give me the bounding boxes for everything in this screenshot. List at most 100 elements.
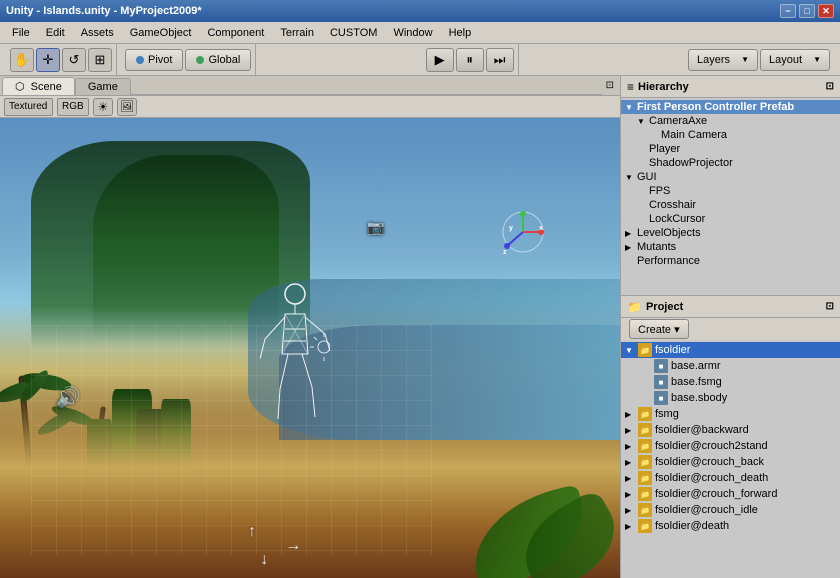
hierarchy-item-gui[interactable]: ▼ GUI [621, 170, 840, 184]
transform-arrows: ↑ [248, 523, 256, 541]
create-button[interactable]: Create ▾ [629, 319, 689, 339]
project-item-fsoldier-backward[interactable]: ▶ 📁 fsoldier@backward [621, 422, 840, 438]
pivot-dot [136, 56, 144, 64]
menu-file[interactable]: File [4, 25, 38, 41]
hierarchy-title: Hierarchy [638, 81, 689, 93]
playback-group: ▶ ⏸ ⏭ [422, 44, 519, 75]
expand-icon: ▶ [625, 506, 635, 515]
transform-group: Pivot Global [121, 44, 256, 75]
menu-gameobject[interactable]: GameObject [122, 25, 200, 41]
project-item-base-fsmg[interactable]: ■ base.fsmg [621, 374, 840, 390]
global-button[interactable]: Global [185, 49, 251, 71]
character-svg [260, 279, 330, 429]
expand-icon: ▶ [625, 426, 635, 435]
hierarchy-item-player[interactable]: Player [621, 142, 840, 156]
menu-help[interactable]: Help [441, 25, 480, 41]
tab-scene[interactable]: ⬡ Scene [2, 77, 75, 95]
main-content: ⬡ Scene Game ⊡ Textured RGB ☀ 🖼 [0, 76, 840, 578]
transform-arrows-right: → [285, 537, 301, 555]
file-icon: ■ [654, 375, 668, 389]
menu-window[interactable]: Window [385, 25, 440, 41]
pivot-button[interactable]: Pivot [125, 49, 183, 71]
hierarchy-header: ≡ Hierarchy ⊡ [621, 76, 840, 98]
expand-icon: ▼ [637, 117, 647, 126]
hierarchy-item-fps[interactable]: FPS [621, 184, 840, 198]
expand-icon: ▼ [625, 346, 635, 355]
hierarchy-maximize-icon[interactable]: ⊡ [826, 81, 834, 92]
hierarchy-item-cameraaxe[interactable]: ▼ CameraAxe [621, 114, 840, 128]
project-item-fsoldier-death[interactable]: ▶ 📁 fsoldier@death [621, 518, 840, 534]
layout-dropdown[interactable]: Layout ▼ [760, 49, 830, 71]
spacer-group [260, 44, 417, 75]
main-toolbar: ✋ ✛ ↺ ⊞ Pivot Global ▶ ⏸ ⏭ Layers ▼ Layo… [0, 44, 840, 76]
layers-dropdown[interactable]: Layers ▼ [688, 49, 758, 71]
spacer-group-2 [523, 44, 680, 75]
project-item-fsoldier-crouch-back[interactable]: ▶ 📁 fsoldier@crouch_back [621, 454, 840, 470]
folder-icon: 📁 [638, 471, 652, 485]
channel-select[interactable]: RGB [57, 98, 89, 116]
scene-viewport[interactable]: 🔊 📷 y x z [0, 118, 620, 578]
close-button[interactable]: ✕ [818, 4, 834, 18]
hierarchy-item-shadowprojector[interactable]: ShadowProjector [621, 156, 840, 170]
global-label: Global [208, 54, 240, 66]
project-item-fsoldier-crouch-forward[interactable]: ▶ 📁 fsoldier@crouch_forward [621, 486, 840, 502]
lighting-button[interactable]: ☀ [93, 98, 113, 116]
step-button[interactable]: ⏭ [486, 48, 514, 72]
tab-game[interactable]: Game [75, 78, 131, 95]
hierarchy-item-crosshair[interactable]: Crosshair [621, 198, 840, 212]
project-panel: 📁 Project ⊡ Create ▾ ▼ 📁 fsoldier ■ b [621, 296, 840, 578]
expand-icon: ▶ [625, 410, 635, 419]
expand-icon: ▼ [625, 103, 635, 112]
expand-icon: ▶ [625, 229, 635, 238]
project-item-fsoldier-crouch-idle[interactable]: ▶ 📁 fsoldier@crouch_idle [621, 502, 840, 518]
expand-icon: ▶ [625, 490, 635, 499]
audio-source-icon: 🔊 [56, 385, 81, 410]
rotate-tool-button[interactable]: ↺ [62, 48, 86, 72]
folder-icon: 📁 [638, 487, 652, 501]
menu-custom[interactable]: CUSTOM [322, 25, 385, 41]
folder-icon: 📁 [638, 423, 652, 437]
maximize-button[interactable]: □ [799, 4, 815, 18]
scale-tool-button[interactable]: ⊞ [88, 48, 112, 72]
play-button[interactable]: ▶ [426, 48, 454, 72]
menu-terrain[interactable]: Terrain [272, 25, 322, 41]
menu-component[interactable]: Component [199, 25, 272, 41]
svg-text:x: x [539, 225, 543, 232]
pivot-label: Pivot [148, 54, 172, 66]
menu-assets[interactable]: Assets [73, 25, 122, 41]
scene-toolbar: Textured RGB ☀ 🖼 [0, 96, 620, 118]
project-item-fsoldier[interactable]: ▼ 📁 fsoldier [621, 342, 840, 358]
project-item-fsmg[interactable]: ▶ 📁 fsmg [621, 406, 840, 422]
global-dot [196, 56, 204, 64]
layout-arrow-icon: ▼ [813, 55, 821, 64]
menu-edit[interactable]: Edit [38, 25, 73, 41]
layers-arrow-icon: ▼ [741, 55, 749, 64]
expand-icon: ▶ [625, 474, 635, 483]
pause-button[interactable]: ⏸ [456, 48, 484, 72]
project-item-fsoldier-crouch-death[interactable]: ▶ 📁 fsoldier@crouch_death [621, 470, 840, 486]
scene-maximize-icon[interactable]: ⊡ [602, 80, 618, 91]
svg-text:z: z [503, 249, 507, 255]
fx-button[interactable]: 🖼 [117, 98, 137, 116]
project-toolbar: Create ▾ [621, 318, 840, 340]
hierarchy-item-first-person[interactable]: ▼ First Person Controller Prefab [621, 100, 840, 114]
move-tool-button[interactable]: ✛ [36, 48, 60, 72]
hierarchy-item-levelobjects[interactable]: ▶ LevelObjects [621, 226, 840, 240]
minimize-button[interactable]: − [780, 4, 796, 18]
hand-tool-button[interactable]: ✋ [10, 48, 34, 72]
svg-text:y: y [509, 225, 513, 232]
hierarchy-item-mutants[interactable]: ▶ Mutants [621, 240, 840, 254]
hierarchy-item-lockcursor[interactable]: LockCursor [621, 212, 840, 226]
file-icon: ■ [654, 391, 668, 405]
project-maximize-icon[interactable]: ⊡ [826, 301, 834, 312]
hierarchy-item-maincamera[interactable]: Main Camera [621, 128, 840, 142]
project-item-base-armr[interactable]: ■ base.armr [621, 358, 840, 374]
project-item-fsoldier-crouch2stand[interactable]: ▶ 📁 fsoldier@crouch2stand [621, 438, 840, 454]
hierarchy-item-performance[interactable]: Performance [621, 254, 840, 268]
render-mode-select[interactable]: Textured [4, 98, 53, 116]
expand-icon: ▶ [625, 458, 635, 467]
project-content: ▼ 📁 fsoldier ■ base.armr ■ base.fsmg [621, 340, 840, 578]
hierarchy-content: ▼ First Person Controller Prefab ▼ Camer… [621, 98, 840, 295]
expand-icon: ▼ [625, 173, 635, 182]
project-item-base-sbody[interactable]: ■ base.sbody [621, 390, 840, 406]
